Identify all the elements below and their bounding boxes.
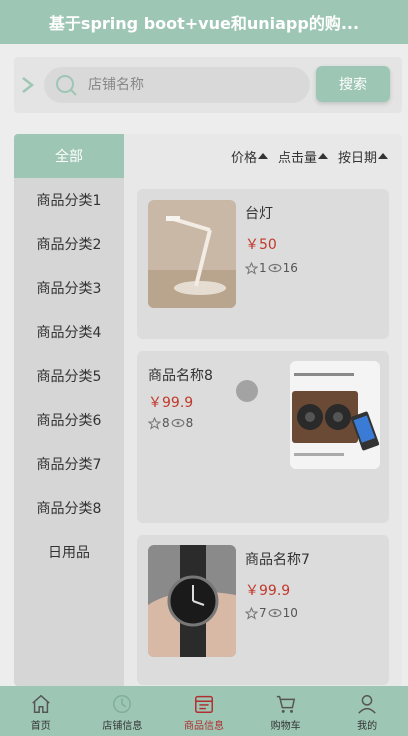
star-icon <box>245 606 258 620</box>
star-icon <box>245 261 258 275</box>
category-label: 商品分类5 <box>36 369 102 385</box>
sort-clicks-label: 点击量 <box>277 150 317 166</box>
category-label: 商品分类7 <box>36 457 102 473</box>
page-title: 基于spring boot+vue和uniapp的购... <box>48 14 360 33</box>
category-item-2[interactable]: 商品分类2 <box>14 222 124 266</box>
category-label: 商品分类1 <box>36 193 102 209</box>
tab-label: 购物车 <box>270 721 301 732</box>
sort-date-label: 按日期 <box>337 150 377 166</box>
search-bar: 搜索 <box>14 57 402 113</box>
eye-icon <box>268 608 282 618</box>
view-count: 16 <box>282 261 298 275</box>
search-icon <box>56 75 77 96</box>
category-item-all[interactable]: 全部 <box>14 134 124 178</box>
tab-label: 商品信息 <box>183 721 224 732</box>
sort-price[interactable]: 价格 <box>231 147 268 166</box>
star-icon <box>148 416 161 430</box>
tab-label: 我的 <box>357 721 378 732</box>
category-sidebar: 全部 商品分类1 商品分类2 商品分类3 商品分类4 商品分类5 商品分类6 商… <box>14 134 124 686</box>
product-stats: 7 10 <box>245 606 298 620</box>
view-count: 8 <box>185 416 194 430</box>
sort-up-icon <box>317 153 328 159</box>
product-price: ￥99.9 <box>245 583 291 599</box>
category-item-6[interactable]: 商品分类6 <box>14 398 124 442</box>
product-stats: 8 8 <box>148 416 193 430</box>
goods-icon <box>195 695 213 713</box>
sort-bar: 价格 点击量 按日期 <box>124 134 402 178</box>
sort-price-label: 价格 <box>230 150 257 166</box>
eye-icon <box>268 263 282 273</box>
product-card[interactable]: 商品名称8 ￥99.9 8 8 <box>137 351 389 523</box>
watch-image <box>148 545 236 657</box>
product-card[interactable]: 商品名称7 ￥99.9 7 10 <box>137 535 389 685</box>
category-label: 全部 <box>55 149 83 165</box>
shop-icon <box>113 695 132 713</box>
view-count: 10 <box>282 606 298 620</box>
search-button[interactable]: 搜索 <box>316 66 390 102</box>
sort-up-icon <box>378 153 388 159</box>
app-header: 基于spring boot+vue和uniapp的购... <box>0 0 408 44</box>
tab-goods[interactable]: 商品信息 <box>163 686 245 736</box>
search-input[interactable] <box>88 67 298 103</box>
category-item-7[interactable]: 商品分类7 <box>14 442 124 486</box>
category-label: 商品分类6 <box>36 413 102 429</box>
category-item-5[interactable]: 商品分类5 <box>14 354 124 398</box>
category-item-3[interactable]: 商品分类3 <box>14 266 124 310</box>
bottom-tabbar: 首页 店铺信息 商品信息 购物车 我的 <box>0 686 408 736</box>
star-count: 7 <box>259 606 267 620</box>
product-name: 台灯 <box>245 206 273 222</box>
star-count: 1 <box>259 261 267 275</box>
product-price: ￥50 <box>245 237 277 253</box>
sort-clicks[interactable]: 点击量 <box>278 147 328 166</box>
user-icon <box>358 695 376 714</box>
sort-date[interactable]: 按日期 <box>338 147 388 166</box>
chevron-right-icon[interactable] <box>20 75 36 95</box>
content-panel: 全部 商品分类1 商品分类2 商品分类3 商品分类4 商品分类5 商品分类6 商… <box>14 134 402 686</box>
product-name: 商品名称8 <box>148 368 213 384</box>
category-item-1[interactable]: 商品分类1 <box>14 178 124 222</box>
tab-cart[interactable]: 购物车 <box>245 686 327 736</box>
tab-home[interactable]: 首页 <box>0 686 82 736</box>
sort-up-icon <box>257 153 268 159</box>
floating-touch-indicator[interactable] <box>236 380 258 402</box>
search-field[interactable] <box>44 67 310 103</box>
home-icon <box>32 694 50 713</box>
tab-me[interactable]: 我的 <box>326 686 408 736</box>
category-label: 商品分类8 <box>36 501 102 517</box>
product-stats: 1 16 <box>245 261 298 275</box>
cart-icon <box>276 695 295 713</box>
category-label: 商品分类2 <box>36 237 102 253</box>
category-label: 日用品 <box>48 545 90 561</box>
eye-icon <box>171 418 185 428</box>
category-item-4[interactable]: 商品分类4 <box>14 310 124 354</box>
product-price: ￥99.9 <box>148 395 194 411</box>
product-name: 商品名称7 <box>245 552 310 568</box>
category-label: 商品分类4 <box>36 325 102 341</box>
tab-label: 首页 <box>30 721 51 732</box>
category-item-daily[interactable]: 日用品 <box>14 530 124 574</box>
category-item-8[interactable]: 商品分类8 <box>14 486 124 530</box>
desk-lamp-image <box>148 200 236 308</box>
speaker-image <box>290 361 380 469</box>
tab-label: 店铺信息 <box>102 721 143 732</box>
product-card[interactable]: 台灯 ￥50 1 16 <box>137 189 389 339</box>
category-label: 商品分类3 <box>36 281 102 297</box>
star-count: 8 <box>162 416 170 430</box>
tab-shop[interactable]: 店铺信息 <box>82 686 164 736</box>
